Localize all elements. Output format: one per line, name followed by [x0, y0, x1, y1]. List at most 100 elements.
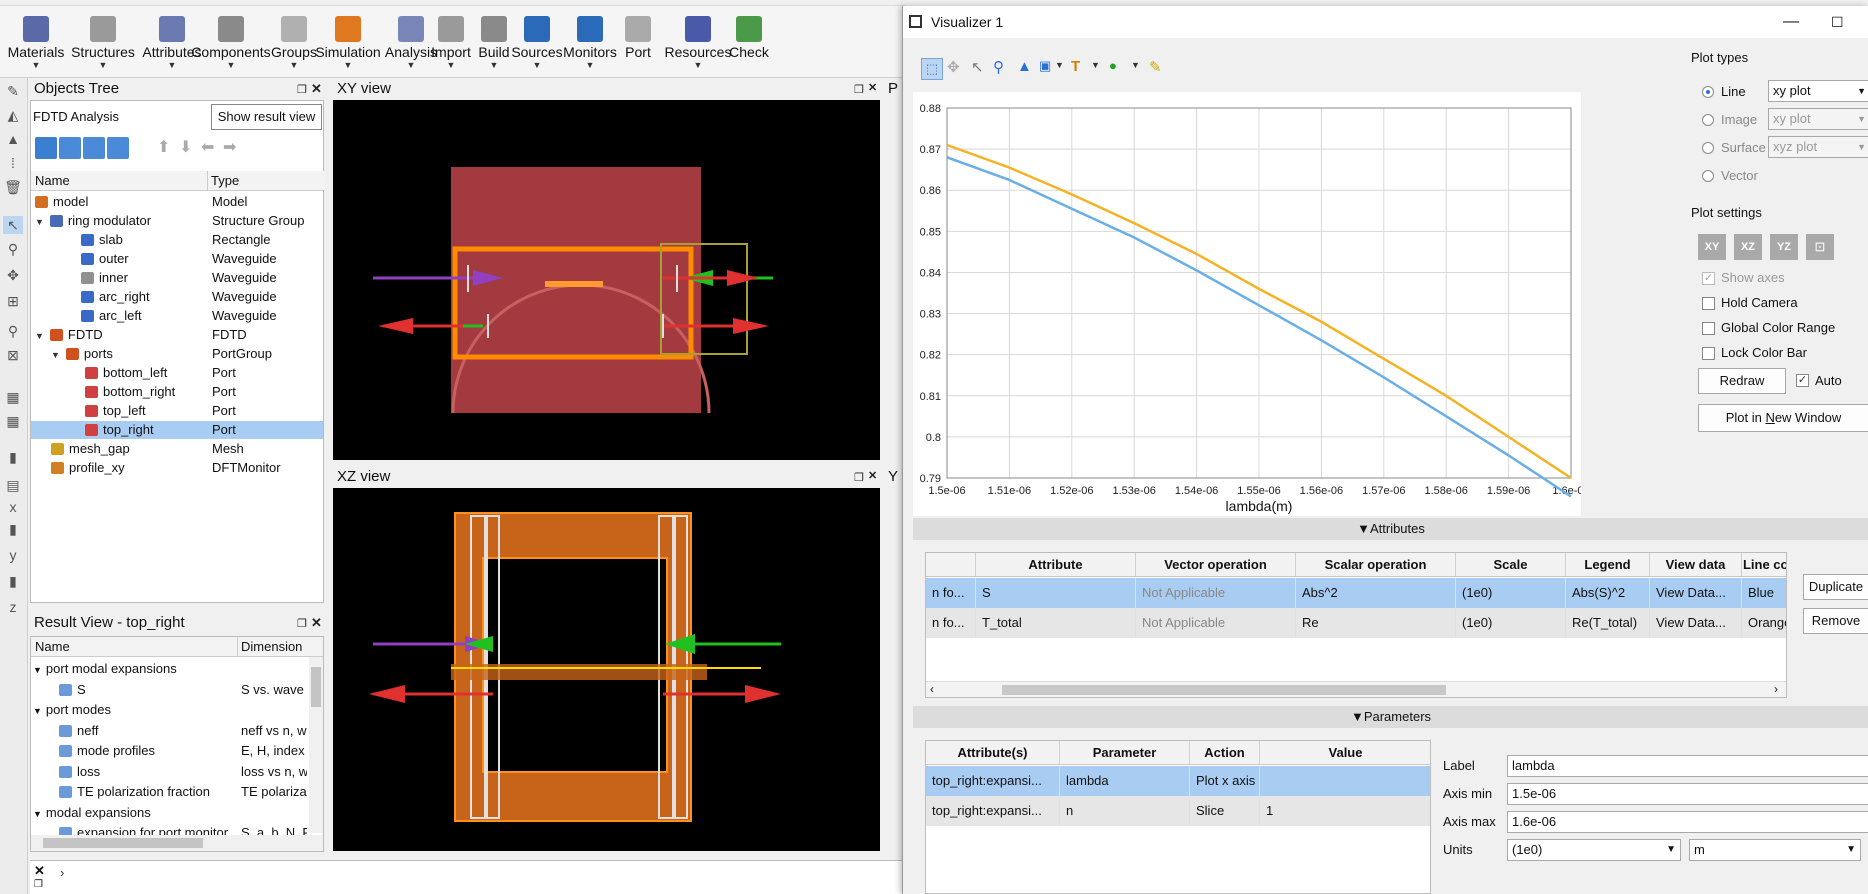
show-axes-checkbox[interactable]: ✓: [1702, 272, 1715, 285]
result-vscroll[interactable]: [309, 657, 323, 833]
marker-icon[interactable]: ●: [1109, 58, 1117, 73]
maximize-icon[interactable]: ☐: [1831, 6, 1844, 38]
parameters-section-header[interactable]: ▼Parameters: [913, 706, 1868, 728]
layers-icon[interactable]: ▤: [3, 476, 23, 494]
zoom-select-icon[interactable]: ⬚: [921, 58, 943, 80]
parameters-cell[interactable]: [1260, 766, 1430, 796]
tree-filter-icon[interactable]: [35, 137, 57, 159]
expand-arrow-icon[interactable]: ▼: [51, 350, 60, 360]
attributes-cell[interactable]: Re(T_total): [1566, 608, 1650, 638]
result-row[interactable]: ▼ port modal expansions: [31, 659, 311, 679]
tree-group-icon[interactable]: [83, 137, 105, 159]
grid-icon[interactable]: ⁞: [3, 154, 23, 172]
toolbar-resources-button[interactable]: Resources ▼: [662, 12, 734, 74]
float-xz-icon[interactable]: ❐: [854, 471, 864, 484]
mountain-icon[interactable]: ▲: [1017, 58, 1032, 75]
close-panel-icon[interactable]: ✕: [311, 81, 322, 97]
close-cmd-icon[interactable]: ✕: [34, 863, 45, 879]
remove-button[interactable]: Remove: [1803, 608, 1868, 634]
plot-type-radio-vector[interactable]: [1702, 170, 1714, 182]
attributes-cell[interactable]: n fo...: [926, 608, 976, 638]
z-axis-icon[interactable]: z: [3, 598, 23, 616]
units-unit-select[interactable]: m ▼: [1689, 839, 1861, 861]
label-input[interactable]: lambda: [1507, 755, 1868, 777]
x-axis-icon[interactable]: x: [3, 498, 23, 516]
tree-row-FDTD[interactable]: ▼ FDTD FDTD: [31, 326, 323, 344]
attributes-cell[interactable]: Orange: [1742, 608, 1786, 638]
scroll-right-icon[interactable]: ›: [1774, 682, 1778, 696]
expand-arrow-icon[interactable]: ▼: [33, 665, 42, 675]
result-row[interactable]: ▼ port modes: [31, 700, 311, 720]
expand-arrow-icon[interactable]: ▼: [33, 809, 42, 819]
snap-icon[interactable]: ⊞: [3, 292, 23, 310]
toolbar-check-button[interactable]: Check: [726, 12, 772, 74]
tree-add-icon[interactable]: [59, 137, 81, 159]
result-row[interactable]: mode profiles E, H, index: [31, 741, 311, 761]
tree-row-top_left[interactable]: top_left Port: [31, 402, 323, 420]
toolbar-build-button[interactable]: Build ▼: [474, 12, 514, 74]
trash-icon[interactable]: 🗑: [3, 178, 23, 196]
tree-row-arc_left[interactable]: arc_left Waveguide: [31, 307, 323, 325]
view-xy-button[interactable]: XY: [1698, 234, 1726, 260]
tree-row-ring-modulator[interactable]: ▼ ring modulator Structure Group: [31, 212, 323, 230]
command-bar[interactable]: ✕ ❐ ›: [30, 860, 905, 894]
plot-type-radio-surface[interactable]: [1702, 142, 1714, 154]
parameters-cell[interactable]: lambda: [1060, 766, 1190, 796]
edit-icon[interactable]: ✎: [3, 82, 23, 100]
move-left-icon[interactable]: ⬅: [201, 137, 214, 157]
tree-row-slab[interactable]: slab Rectangle: [31, 231, 323, 249]
search-icon[interactable]: ⚲: [3, 322, 23, 340]
float-xy-icon[interactable]: ❐: [854, 83, 864, 96]
select-icon[interactable]: ↖: [3, 216, 23, 234]
pencil-icon[interactable]: ✎: [1149, 58, 1162, 76]
move-icon[interactable]: ✥: [3, 266, 23, 284]
parameters-cell[interactable]: top_right:expansi...: [926, 766, 1060, 796]
close-xz-icon[interactable]: ✕: [868, 469, 877, 482]
toolbar-monitors-button[interactable]: Monitors ▼: [560, 12, 620, 74]
export-png-icon[interactable]: ▣: [1039, 58, 1051, 74]
move-right-icon[interactable]: ➡: [223, 137, 236, 157]
attributes-cell[interactable]: (1e0): [1456, 608, 1566, 638]
pointer-icon[interactable]: ↖: [971, 58, 984, 76]
global-color-range-checkbox[interactable]: [1702, 322, 1715, 335]
toolbar-import-button[interactable]: Import ▼: [426, 12, 476, 74]
text-tool-icon[interactable]: T: [1071, 58, 1080, 75]
bar-icon[interactable]: ▮: [3, 448, 23, 466]
xz-view-canvas[interactable]: [333, 488, 880, 851]
move-up-icon[interactable]: ⬆: [157, 137, 170, 157]
expand-arrow-icon[interactable]: ▼: [35, 331, 44, 341]
toolbar-structures-button[interactable]: Structures ▼: [62, 12, 144, 74]
toolbar-simulation-button[interactable]: Simulation ▼: [310, 12, 386, 74]
result-row[interactable]: S S vs. wave: [31, 680, 311, 700]
move-down-icon[interactable]: ⬇: [179, 137, 192, 157]
close-result-icon[interactable]: ✕: [311, 615, 322, 631]
axis-min-input[interactable]: 1.5e-06: [1507, 783, 1868, 805]
tree-row-top_right[interactable]: top_right Port: [31, 421, 323, 439]
marker-dropdown-icon[interactable]: ▼: [1131, 60, 1140, 70]
table-icon[interactable]: ▦: [3, 388, 23, 406]
plot-type-radio-line[interactable]: [1702, 86, 1714, 98]
line-plot[interactable]: 1.5e-06 1.51e-06 1.52e-06 1.53e-06 1.54e-06 1…: [913, 92, 1590, 516]
tree-row-bottom_right[interactable]: bottom_right Port: [31, 383, 323, 401]
y-axis-icon[interactable]: y: [3, 546, 23, 564]
result-row[interactable]: TE polarization fraction TE polariza: [31, 782, 311, 802]
attributes-cell[interactable]: (1e0): [1456, 578, 1566, 608]
axis-max-input[interactable]: 1.6e-06: [1507, 811, 1868, 833]
lock-view-icon[interactable]: ⊡: [1806, 234, 1834, 260]
tree-row-inner[interactable]: inner Waveguide: [31, 269, 323, 287]
table2-icon[interactable]: ▦: [3, 412, 23, 430]
attributes-cell[interactable]: Abs^2: [1296, 578, 1456, 608]
attributes-cell[interactable]: View Data...: [1650, 608, 1742, 638]
text-dropdown-icon[interactable]: ▼: [1091, 60, 1100, 70]
ruler-icon[interactable]: ⊠: [3, 346, 23, 364]
expand-arrow-icon[interactable]: ▼: [33, 706, 42, 716]
pan-icon[interactable]: ✥: [947, 58, 960, 76]
units-scale-select[interactable]: (1e0) ▼: [1507, 839, 1681, 861]
view-xz-button[interactable]: XZ: [1734, 234, 1762, 260]
parameters-cell[interactable]: top_right:expansi...: [926, 796, 1060, 826]
view-yz-button[interactable]: YZ: [1770, 234, 1798, 260]
parameters-cell[interactable]: n: [1060, 796, 1190, 826]
minimize-icon[interactable]: —: [1783, 6, 1799, 38]
shape-icon[interactable]: ◭: [3, 106, 23, 124]
tree-ungroup-icon[interactable]: [107, 137, 129, 159]
